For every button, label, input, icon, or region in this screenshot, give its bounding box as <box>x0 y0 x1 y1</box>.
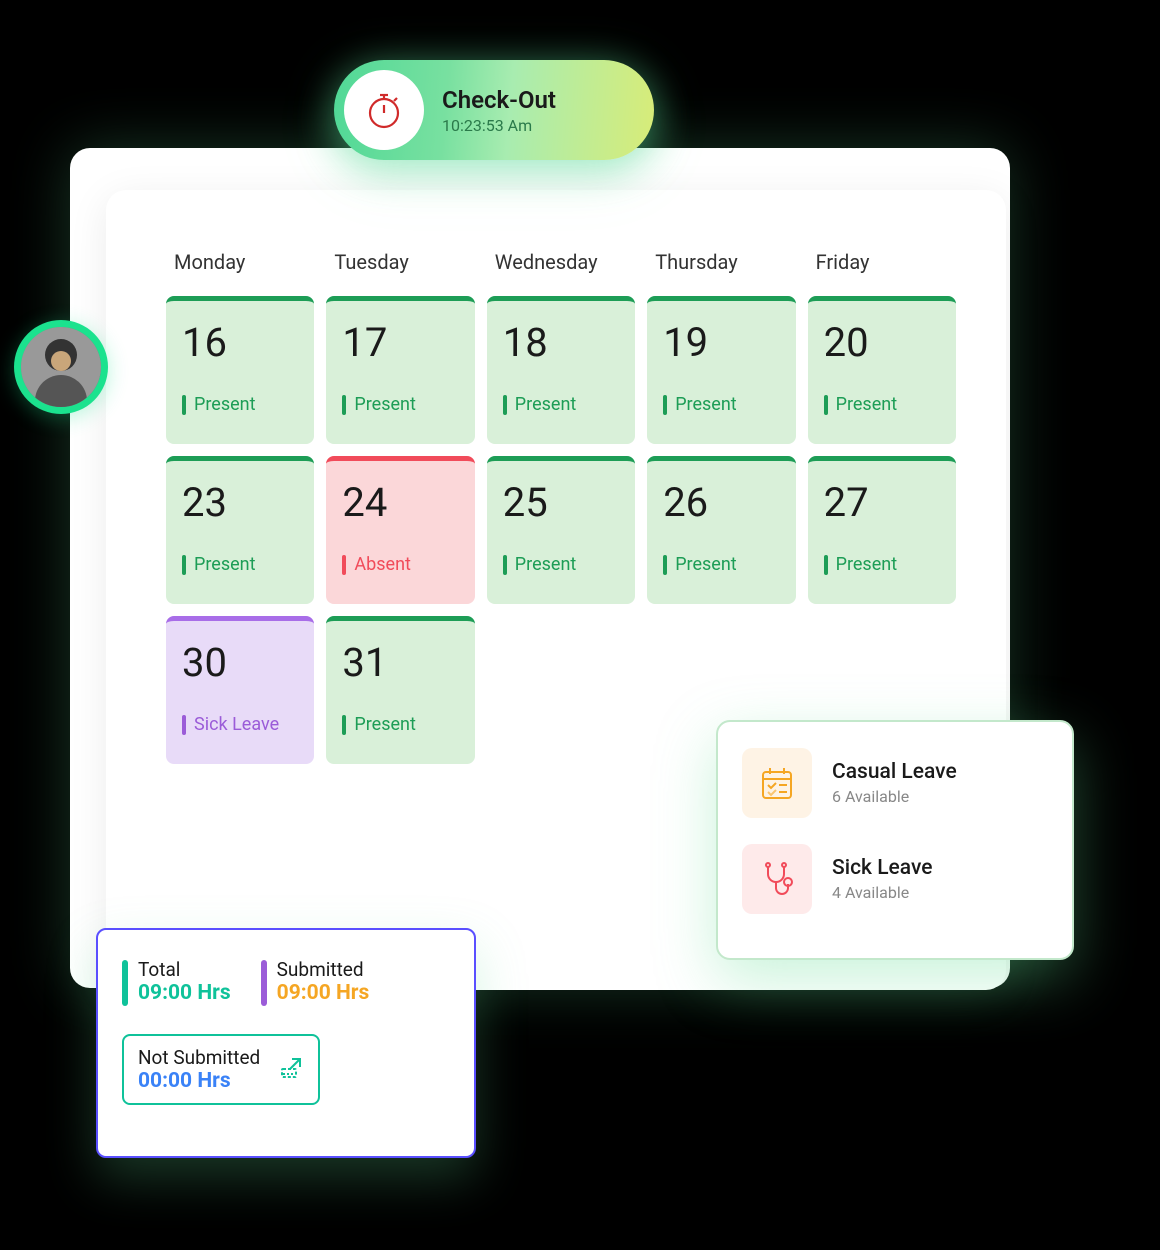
hours-summary-card: Total 09:00 Hrs Submitted 09:00 Hrs Not … <box>96 928 476 1158</box>
sick-leave-avail: 4 Available <box>832 883 933 902</box>
calendar-day-cell[interactable]: 18 Present <box>487 296 635 444</box>
not-submitted-button[interactable]: Not Submitted 00:00 Hrs <box>122 1034 320 1105</box>
avatar-image <box>21 327 101 407</box>
day-number: 27 <box>824 479 940 526</box>
day-header: Monday <box>166 250 314 274</box>
calendar-grid: 16 Present 17 Present 18 Present 19 Present 20 Pr… <box>166 296 956 764</box>
day-header: Tuesday <box>326 250 474 274</box>
calendar-day-cell[interactable]: 27 Present <box>808 456 956 604</box>
submitted-label: Submitted <box>277 958 370 981</box>
total-value: 09:00 Hrs <box>138 981 231 1005</box>
calendar-day-cell[interactable]: 16 Present <box>166 296 314 444</box>
not-submitted-label: Not Submitted <box>138 1046 260 1069</box>
user-avatar[interactable] <box>14 320 108 414</box>
day-number: 17 <box>342 319 458 366</box>
day-number: 25 <box>503 479 619 526</box>
day-number: 19 <box>663 319 779 366</box>
casual-leave-name: Casual Leave <box>832 760 957 784</box>
checkout-time: 10:23:53 Am <box>442 116 556 135</box>
calendar-day-cell[interactable]: 26 Present <box>647 456 795 604</box>
calendar-check-icon <box>742 748 812 818</box>
day-number: 26 <box>663 479 779 526</box>
total-label: Total <box>138 958 231 981</box>
total-hours: Total 09:00 Hrs <box>122 958 231 1006</box>
day-status: Present <box>663 394 779 415</box>
day-status: Present <box>342 714 458 735</box>
day-status: Present <box>342 394 458 415</box>
checkout-button[interactable]: Check-Out 10:23:53 Am <box>334 60 654 160</box>
day-status: Present <box>824 394 940 415</box>
calendar-day-cell[interactable]: 19 Present <box>647 296 795 444</box>
stethoscope-icon <box>742 844 812 914</box>
day-status: Present <box>182 394 298 415</box>
calendar-day-cell[interactable]: 23 Present <box>166 456 314 604</box>
day-header: Friday <box>808 250 956 274</box>
calendar-day-cell[interactable]: 20 Present <box>808 296 956 444</box>
day-status: Sick Leave <box>182 714 298 735</box>
sick-leave-item[interactable]: Sick Leave 4 Available <box>742 844 1048 914</box>
day-number: 30 <box>182 639 298 686</box>
not-submitted-value: 00:00 Hrs <box>138 1069 260 1093</box>
open-icon <box>278 1055 304 1085</box>
calendar-day-cell[interactable]: 30 Sick Leave <box>166 616 314 764</box>
day-status: Present <box>663 554 779 575</box>
leave-balance-card: Casual Leave 6 Available Sick Leave 4 Av… <box>716 720 1074 960</box>
day-number: 31 <box>342 639 458 686</box>
casual-leave-avail: 6 Available <box>832 787 957 806</box>
calendar-day-cell[interactable]: 31 Present <box>326 616 474 764</box>
day-status: Present <box>503 394 619 415</box>
day-status: Present <box>503 554 619 575</box>
day-status: Present <box>824 554 940 575</box>
sick-leave-name: Sick Leave <box>832 856 933 880</box>
calendar-day-cell[interactable]: 24 Absent <box>326 456 474 604</box>
day-number: 23 <box>182 479 298 526</box>
checkout-title: Check-Out <box>442 86 556 114</box>
submitted-hours: Submitted 09:00 Hrs <box>261 958 370 1006</box>
day-header: Wednesday <box>487 250 635 274</box>
checkout-label-group: Check-Out 10:23:53 Am <box>442 86 556 135</box>
casual-leave-item[interactable]: Casual Leave 6 Available <box>742 748 1048 818</box>
stopwatch-icon <box>344 70 424 150</box>
day-headers-row: Monday Tuesday Wednesday Thursday Friday <box>166 250 956 274</box>
submitted-value: 09:00 Hrs <box>277 981 370 1005</box>
calendar-day-cell[interactable]: 25 Present <box>487 456 635 604</box>
day-status: Absent <box>342 554 458 575</box>
day-number: 18 <box>503 319 619 366</box>
day-number: 20 <box>824 319 940 366</box>
day-status: Present <box>182 554 298 575</box>
day-header: Thursday <box>647 250 795 274</box>
day-number: 24 <box>342 479 458 526</box>
calendar-day-cell[interactable]: 17 Present <box>326 296 474 444</box>
day-number: 16 <box>182 319 298 366</box>
